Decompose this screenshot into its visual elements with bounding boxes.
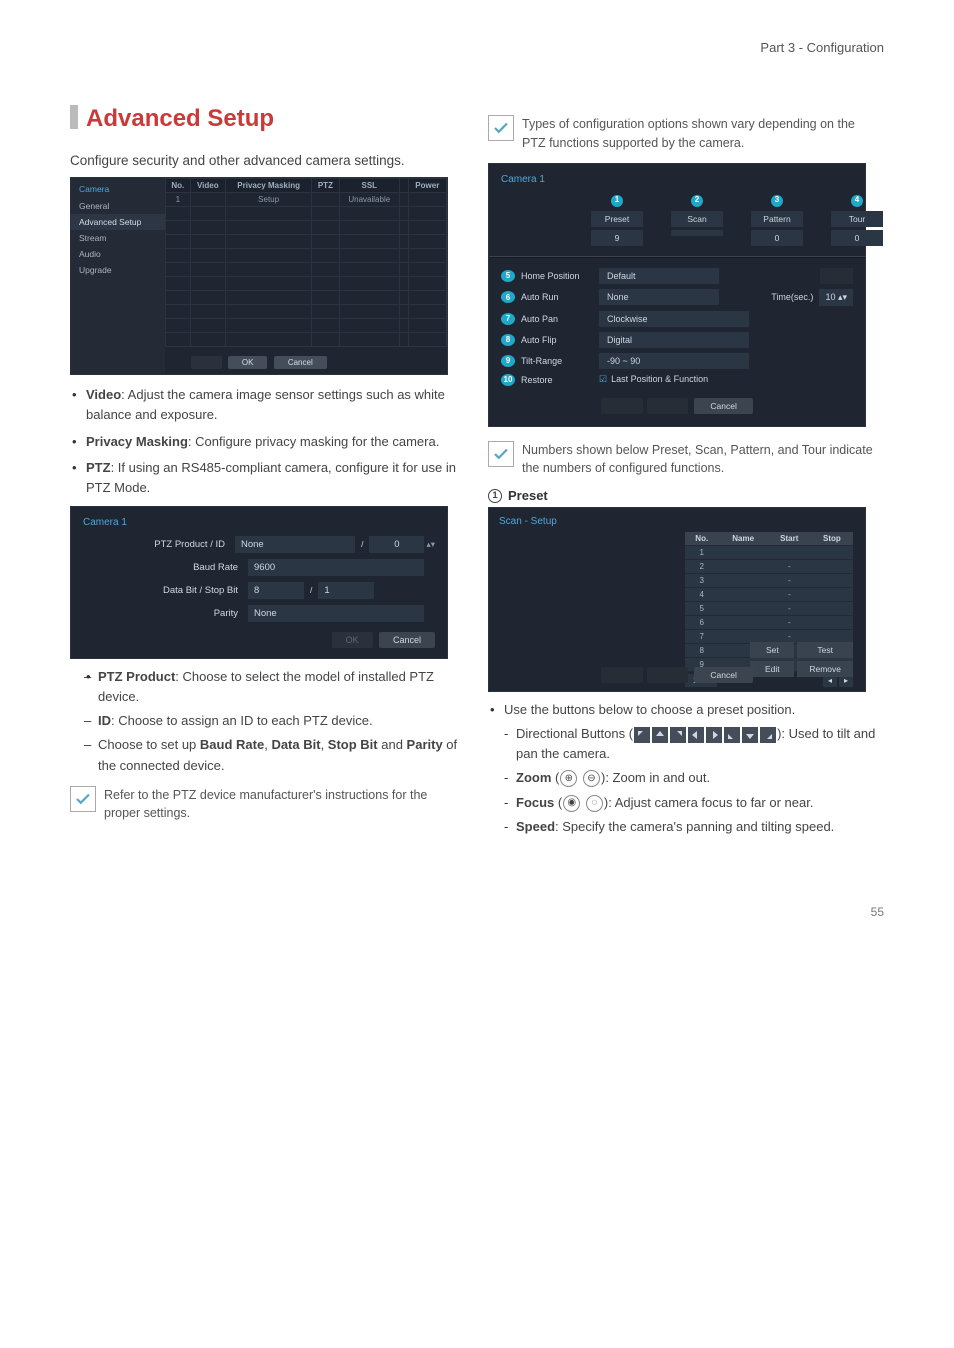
sidebar-item[interactable]: General — [71, 198, 165, 214]
list-item: PTZ Product: Choose to select the model … — [82, 667, 460, 707]
list-item: Choose to set up Baud Rate, Data Bit, St… — [82, 735, 460, 775]
baud-rate-select[interactable]: 9600 — [248, 559, 424, 576]
cancel-button[interactable]: Cancel — [694, 398, 752, 414]
note-text: Numbers shown below Preset, Scan, Patter… — [522, 441, 878, 479]
arrow-down-right-icon — [760, 727, 776, 743]
arrow-down-left-icon — [724, 727, 740, 743]
ok-button[interactable]: OK — [228, 356, 268, 369]
cancel-button[interactable]: Cancel — [274, 356, 327, 369]
ptz-id-spinner[interactable]: 0 — [369, 536, 424, 553]
restore-checkbox[interactable]: ☑Last Position & Function — [599, 374, 708, 385]
check-icon — [488, 115, 514, 141]
note-text: Types of configuration options shown var… — [522, 115, 878, 153]
sidebar-item[interactable]: Audio — [71, 246, 165, 262]
list-item: Speed: Specify the camera's panning and … — [502, 817, 878, 837]
field-label: Home Position — [521, 271, 599, 281]
list-item: Privacy Masking: Configure privacy maski… — [70, 432, 460, 452]
dialog-title: Scan - Setup — [499, 516, 855, 527]
tab-preset[interactable]: 1 Preset 9 — [591, 195, 643, 246]
zoom-in-icon: ⊕ — [560, 770, 577, 787]
camera-title: Camera 1 — [501, 174, 853, 185]
apply-button[interactable] — [820, 268, 853, 284]
page-number: 55 — [70, 905, 884, 919]
page-title: Advanced Setup — [70, 105, 460, 133]
section-title: Preset — [508, 488, 548, 503]
field-label: Auto Flip — [521, 335, 599, 345]
arrow-up-right-icon — [670, 727, 686, 743]
tab-scan[interactable]: 2 Scan — [671, 195, 723, 246]
sidebar-item[interactable]: Stream — [71, 230, 165, 246]
arrow-left-icon — [688, 727, 704, 743]
field-label: Restore — [521, 375, 599, 385]
check-icon — [488, 441, 514, 467]
arrow-down-icon — [742, 727, 758, 743]
time-spinner[interactable]: 10 ▴▾ — [819, 289, 853, 306]
field-label: PTZ Product / ID — [83, 539, 235, 550]
note-text: Refer to the PTZ device manufacturer's i… — [104, 786, 460, 824]
section-number: 1 — [488, 489, 502, 503]
list-item: Directional Buttons (): Used to tilt and… — [502, 724, 878, 764]
time-label: Time(sec.) — [771, 292, 813, 302]
arrow-up-left-icon — [634, 727, 650, 743]
field-label: Baud Rate — [83, 562, 248, 573]
sidebar-item[interactable]: Upgrade — [71, 262, 165, 278]
arrow-up-icon — [652, 727, 668, 743]
arrow-right-icon — [706, 727, 722, 743]
focus-near-icon: ◌ — [586, 795, 603, 812]
list-item: Video: Adjust the camera image sensor se… — [70, 385, 460, 425]
auto-flip-select[interactable]: Digital — [599, 332, 749, 348]
preset-setup-screenshot: Scan - Setup No.NameStartStop 1 2- 3- 4-… — [488, 507, 866, 692]
list-item: Focus (◉ ◌): Adjust camera focus to far … — [502, 793, 878, 813]
camera-title: Camera 1 — [83, 517, 435, 528]
stop-bit-select[interactable]: 1 — [318, 582, 374, 599]
auto-run-select[interactable]: None — [599, 289, 719, 305]
set-button[interactable]: Set — [750, 642, 794, 658]
list-item: ID: Choose to assign an ID to each PTZ d… — [82, 711, 460, 731]
field-label: Tilt-Range — [521, 356, 599, 366]
field-label: Auto Run — [521, 292, 599, 302]
ptz-settings-screenshot: Camera 1 PTZ Product / ID None / 0 ▴▾ Ba… — [70, 506, 448, 659]
breadcrumb: Part 3 - Configuration — [70, 40, 884, 55]
zoom-out-icon: ⊖ — [583, 770, 600, 787]
list-item: PTZ: If using an RS485-compliant camera,… — [70, 458, 460, 498]
advanced-setup-screenshot: REVO HD Camera General Advanced Setup St… — [70, 177, 448, 375]
parity-select[interactable]: None — [248, 605, 424, 622]
ptz-product-select[interactable]: None — [235, 536, 355, 553]
tilt-range-select[interactable]: -90 ~ 90 — [599, 353, 749, 369]
cancel-button[interactable]: Cancel — [379, 632, 435, 648]
lead-text: Configure security and other advanced ca… — [70, 151, 460, 171]
auto-pan-select[interactable]: Clockwise — [599, 311, 749, 327]
cancel-button[interactable]: Cancel — [694, 667, 752, 683]
test-button[interactable]: Test — [797, 642, 853, 658]
focus-far-icon: ◉ — [563, 795, 580, 812]
side-header: Camera — [71, 178, 165, 198]
tab-pattern[interactable]: 3 Pattern 0 — [751, 195, 803, 246]
camera-table: No.VideoPrivacy MaskingPTZSSLPower 1Setu… — [165, 178, 447, 347]
ok-button[interactable]: OK — [332, 632, 373, 648]
home-position-select[interactable]: Default — [599, 268, 719, 284]
field-label: Auto Pan — [521, 314, 599, 324]
ptz-advanced-screenshot: Camera 1 1 Preset 9 2 Scan 3 Pattern — [488, 163, 866, 427]
sidebar-item[interactable]: Advanced Setup — [71, 214, 165, 230]
field-label: Parity — [83, 608, 248, 619]
check-icon — [70, 786, 96, 812]
list-item: Zoom (⊕ ⊖): Zoom in and out. — [502, 768, 878, 788]
tab-tour[interactable]: 4 Tour 0 — [831, 195, 883, 246]
data-bit-select[interactable]: 8 — [248, 582, 304, 599]
list-item: Use the buttons below to choose a preset… — [488, 700, 878, 837]
field-label: Data Bit / Stop Bit — [83, 585, 248, 596]
